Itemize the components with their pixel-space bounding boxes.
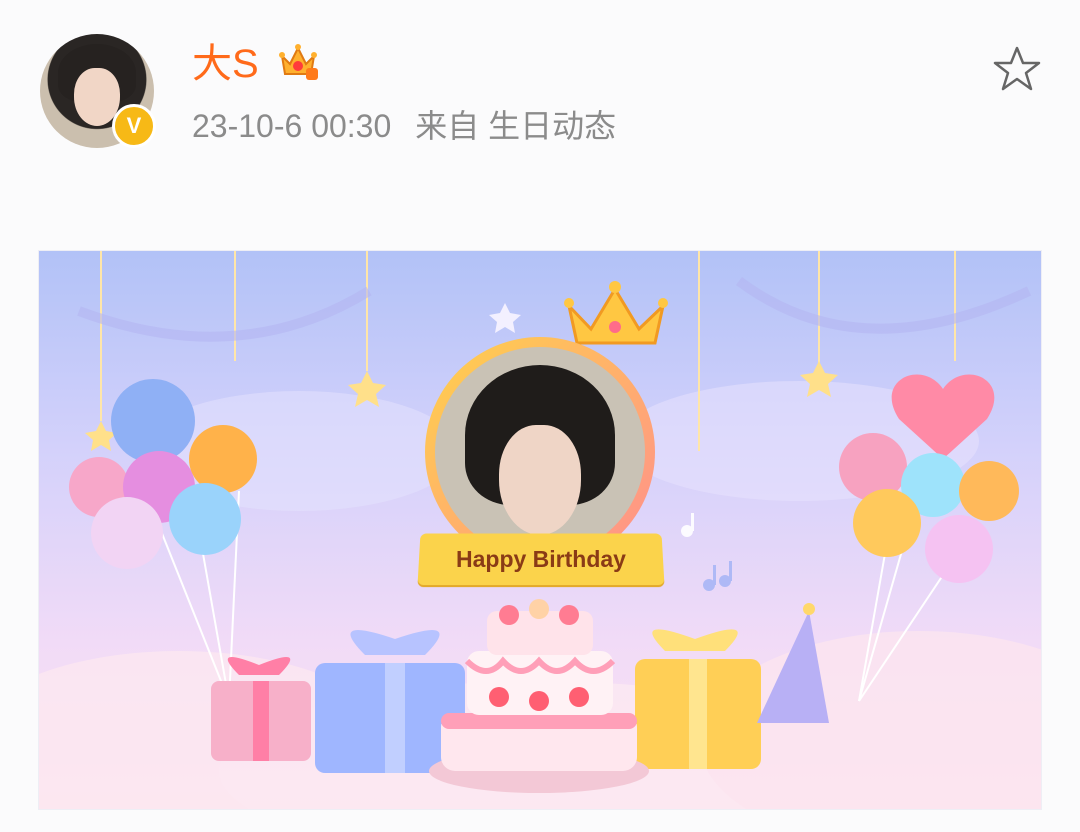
crown-decoration bbox=[564, 281, 668, 345]
birthday-card-image[interactable]: Happy Birthday bbox=[38, 250, 1042, 810]
music-notes bbox=[681, 513, 732, 591]
star-outline-icon[interactable] bbox=[992, 44, 1042, 94]
post-source[interactable]: 来自 生日动态 bbox=[415, 108, 616, 144]
verified-v-icon: V bbox=[112, 104, 156, 148]
crown-member-badge-icon[interactable] bbox=[276, 40, 320, 84]
gift-yellow bbox=[635, 629, 761, 769]
post-meta: 23-10-6 00:30 来自 生日动态 bbox=[192, 104, 616, 148]
user-name[interactable]: 大S bbox=[192, 38, 259, 90]
portrait-photo bbox=[435, 347, 645, 557]
user-avatar-wrap[interactable]: V bbox=[40, 34, 156, 148]
birthday-portrait bbox=[425, 337, 655, 567]
happy-birthday-text: Happy Birthday bbox=[456, 546, 626, 572]
post-header: V 大S 23-10-6 00:30 来自 生日动态 bbox=[0, 0, 1080, 200]
post-timestamp: 23-10-6 00:30 bbox=[192, 108, 392, 144]
portrait-face bbox=[499, 425, 581, 535]
